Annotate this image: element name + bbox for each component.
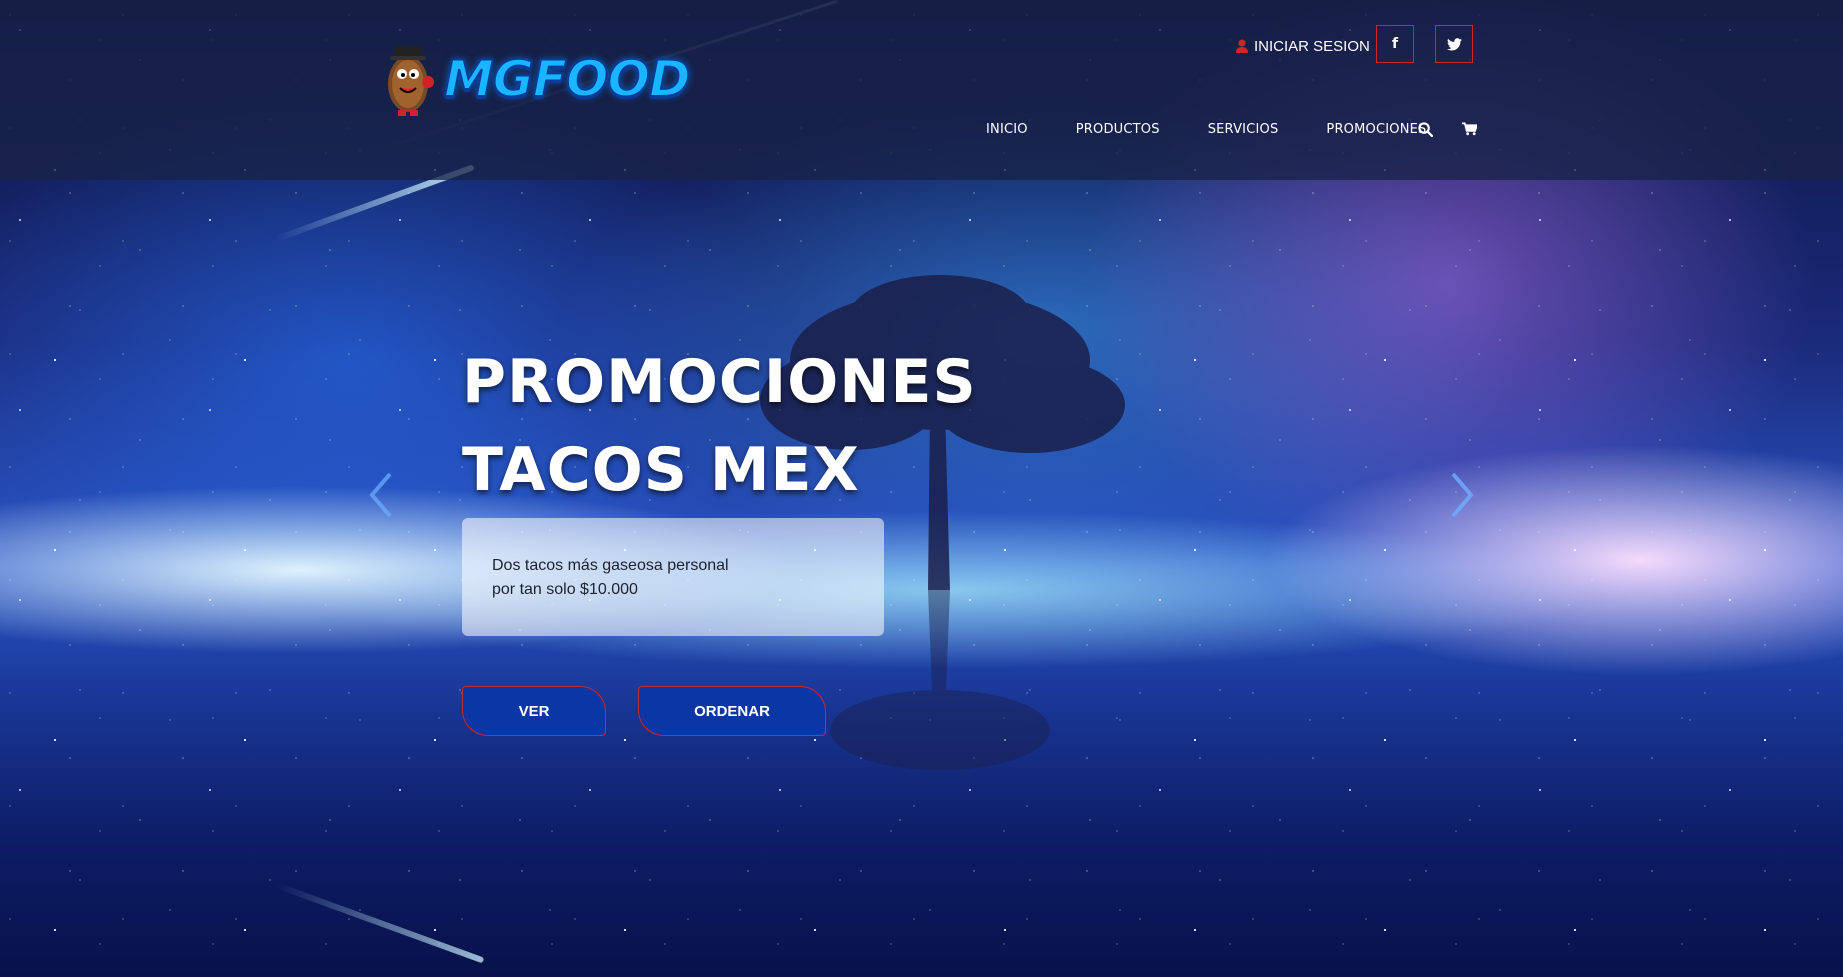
chevron-right-icon[interactable] [1447, 470, 1477, 520]
login-link[interactable]: INICIAR SESION [1236, 36, 1370, 56]
brand-name: MGFOOD [443, 49, 691, 109]
cart-icon[interactable] [1462, 122, 1477, 136]
ordenar-button[interactable]: ORDENAR [638, 686, 826, 736]
ver-button[interactable]: VER [462, 686, 606, 736]
mascot-icon [388, 46, 434, 116]
search-icon[interactable] [1418, 122, 1433, 137]
chevron-left-icon[interactable] [366, 470, 396, 520]
user-icon [1236, 39, 1248, 53]
promo-description-box: Dos tacos más gaseosa personal por tan s… [462, 518, 884, 636]
nav-item-servicios[interactable]: SERVICIOS [1208, 122, 1279, 137]
main-nav: INICIO PRODUCTOS SERVICIOS PROMOCIONES [986, 122, 1475, 137]
promo-description: Dos tacos más gaseosa personal por tan s… [492, 557, 729, 598]
nav-item-productos[interactable]: PRODUCTOS [1076, 122, 1160, 137]
login-label: INICIAR SESION [1254, 37, 1370, 55]
facebook-button[interactable]: f [1376, 25, 1414, 63]
hero-title-line1: PROMOCIONES [462, 347, 977, 417]
site-header: MGFOOD INICIAR SESION f INICIO PRODUCTOS… [0, 0, 1843, 180]
hero-title-line2: TACOS MEX [462, 435, 860, 505]
brand-logo[interactable]: MGFOOD [376, 40, 691, 120]
twitter-button[interactable] [1435, 25, 1473, 63]
twitter-icon [1446, 37, 1462, 50]
facebook-icon: f [1391, 36, 1399, 52]
nav-item-promociones[interactable]: PROMOCIONES [1326, 122, 1426, 137]
nav-item-inicio[interactable]: INICIO [986, 122, 1028, 137]
